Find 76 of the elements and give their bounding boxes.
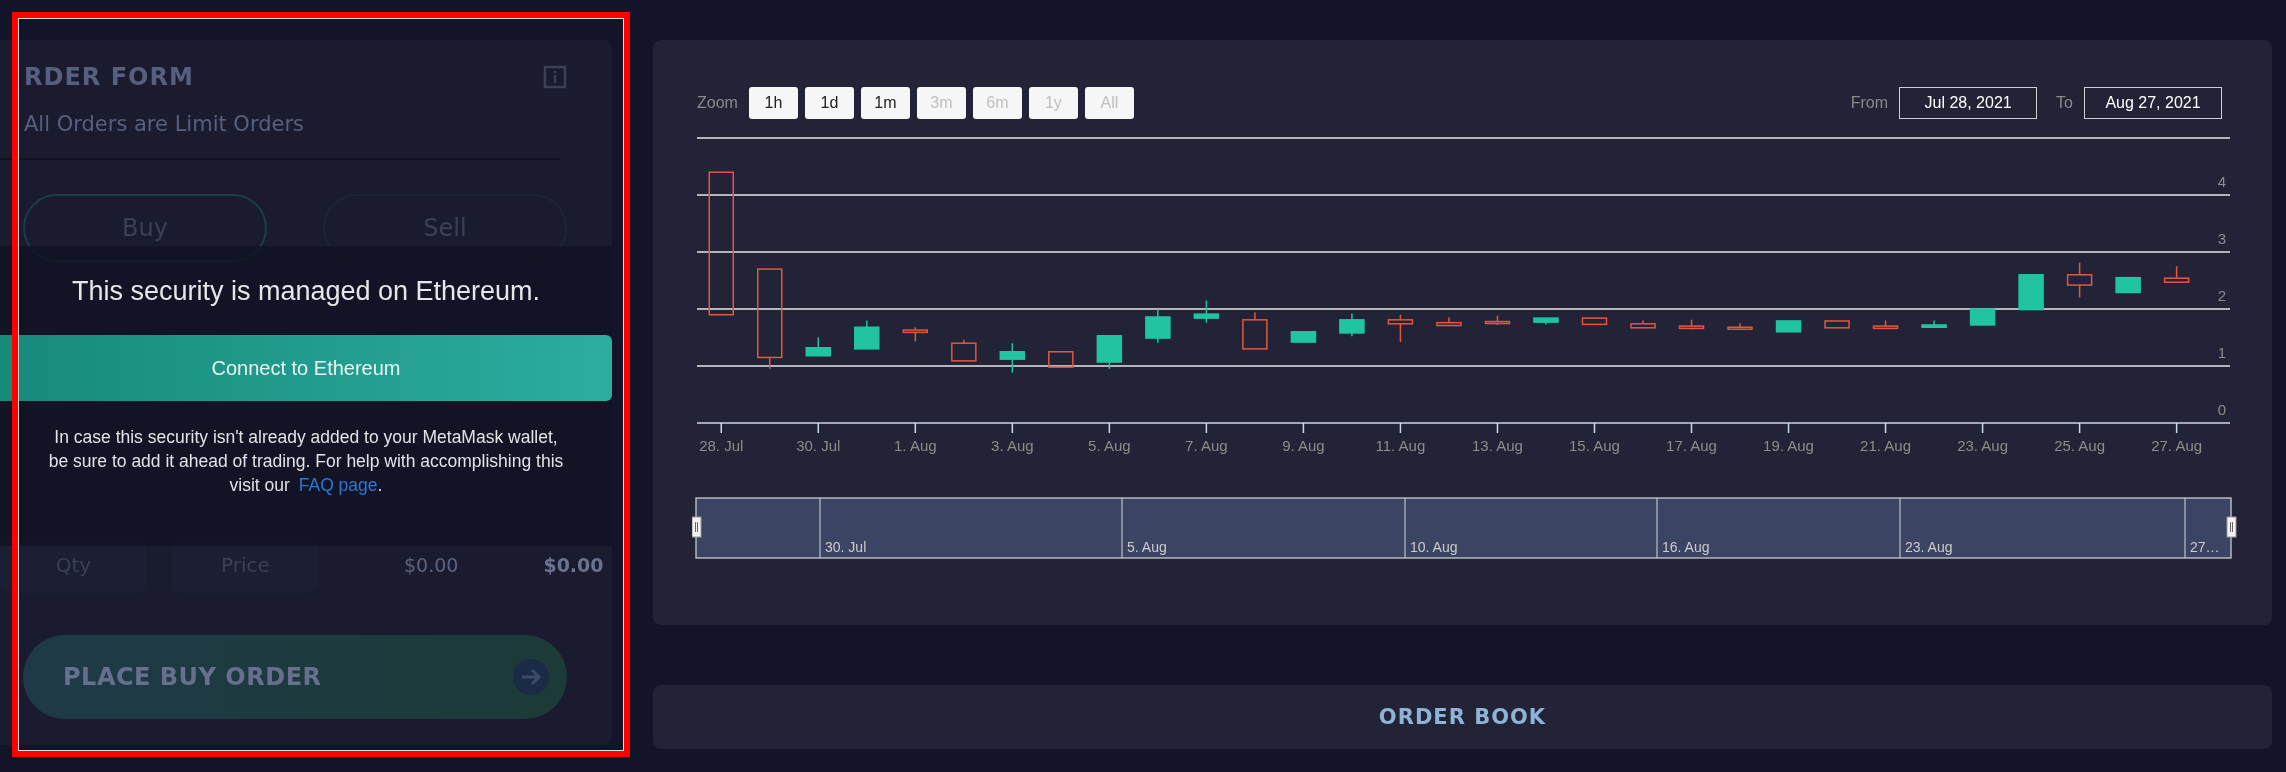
candlestick	[1581, 317, 1608, 326]
overlay-message: In case this security isn't already added to your MetaMask wallet, be sure to add it ahead of trading. For help with accomplishing this visit our FAQ page.	[47, 426, 565, 497]
candlestick	[1969, 308, 1996, 326]
candlestick	[902, 326, 929, 343]
y-tick-label: 3	[2217, 230, 2226, 247]
form-title: RDER FORM	[24, 63, 194, 91]
candlestick	[1630, 319, 1656, 329]
candlestick	[951, 339, 977, 362]
faq-link[interactable]: FAQ page	[298, 475, 378, 495]
order-book-bar[interactable]: ORDER BOOK	[653, 685, 2272, 749]
zoom-button[interactable]: 1d	[804, 87, 854, 119]
candlestick	[1824, 320, 1850, 329]
y-tick-label: 1	[2217, 344, 2226, 361]
x-tick-label: 19. Aug	[1763, 437, 1814, 454]
x-tick-label: 13. Aug	[1472, 437, 1523, 454]
x-tick-label: 27. Aug	[2151, 437, 2203, 454]
navigator-label: 5. Aug	[1127, 539, 1167, 555]
to-date-field[interactable]: Aug 27, 2021	[2084, 87, 2222, 119]
navigator-label: 30. Jul	[825, 539, 867, 555]
from-date-field[interactable]: Jul 28, 2021	[1899, 87, 2038, 119]
commission-value: $0.00	[404, 554, 459, 576]
range-handle[interactable]	[692, 516, 702, 538]
candlestick	[999, 342, 1026, 374]
navigator-label: 16. Aug	[1662, 539, 1710, 555]
x-tick-label: 23. Aug	[1957, 437, 2009, 454]
candlestick	[1533, 317, 1559, 326]
candlestick	[1096, 335, 1123, 370]
x-tick-label: 17. Aug	[1666, 437, 1717, 454]
candlestick	[1484, 315, 1511, 326]
candlestick	[1048, 351, 1074, 368]
candlestick	[1242, 311, 1268, 350]
navigator-label: 23. Aug	[1905, 539, 1953, 555]
navigator-label: 10. Aug	[1410, 539, 1458, 555]
x-tick-label: 5. Aug	[1088, 437, 1131, 454]
candlestick	[1727, 322, 1753, 331]
to-label: To	[2056, 94, 2073, 112]
x-tick-label: 11. Aug	[1375, 437, 1426, 454]
candlestick	[1921, 319, 1947, 328]
total-value: $0.00	[543, 554, 604, 576]
candlestick	[1387, 313, 1414, 343]
candlestick	[1290, 331, 1317, 343]
x-tick-label: 25. Aug	[2054, 437, 2106, 454]
x-tick-label: 30. Jul	[796, 437, 841, 454]
candlestick	[854, 319, 880, 350]
zoom-label: Zoom	[697, 94, 738, 112]
zoom-button[interactable]: 1h	[748, 87, 798, 119]
candlestick	[1775, 320, 1802, 333]
x-tick-label: 1. Aug	[894, 437, 937, 454]
x-tick-label: 7. Aug	[1185, 437, 1228, 454]
y-tick-label: 2	[2217, 287, 2226, 304]
connect-button[interactable]: Connect to Ethereum	[0, 335, 612, 401]
candlestick	[1145, 308, 1171, 344]
candlestick	[805, 336, 832, 358]
zoom-button[interactable]: 1m	[860, 87, 910, 119]
candlestick	[1678, 319, 1705, 331]
candlestick	[1872, 319, 1899, 330]
form-subtitle: All Orders are Limit Orders	[24, 112, 305, 136]
navigator-label: 27…	[2190, 539, 2220, 555]
candlestick	[2066, 262, 2093, 299]
candlestick	[2163, 265, 2190, 283]
candlestick	[1193, 299, 1220, 324]
x-tick-label: 28. Jul	[699, 437, 744, 454]
x-tick-label: 9. Aug	[1282, 437, 1325, 454]
x-tick-label: 15. Aug	[1569, 437, 1620, 454]
candlestick	[2115, 276, 2141, 294]
overlay-title: This security is managed on Ethereum.	[71, 276, 541, 307]
range-handle[interactable]	[2226, 516, 2237, 538]
candlestick	[1339, 312, 1365, 338]
order-book-title: ORDER BOOK	[1378, 705, 1547, 729]
candlestick	[2018, 274, 2044, 311]
x-tick-label: 3. Aug	[991, 437, 1034, 454]
candlestick	[1436, 316, 1462, 327]
from-label: From	[1850, 94, 1889, 112]
x-tick-label: 21. Aug	[1860, 437, 1911, 454]
y-tick-label: 4	[2217, 173, 2226, 190]
y-tick-label: 0	[2217, 401, 2226, 418]
